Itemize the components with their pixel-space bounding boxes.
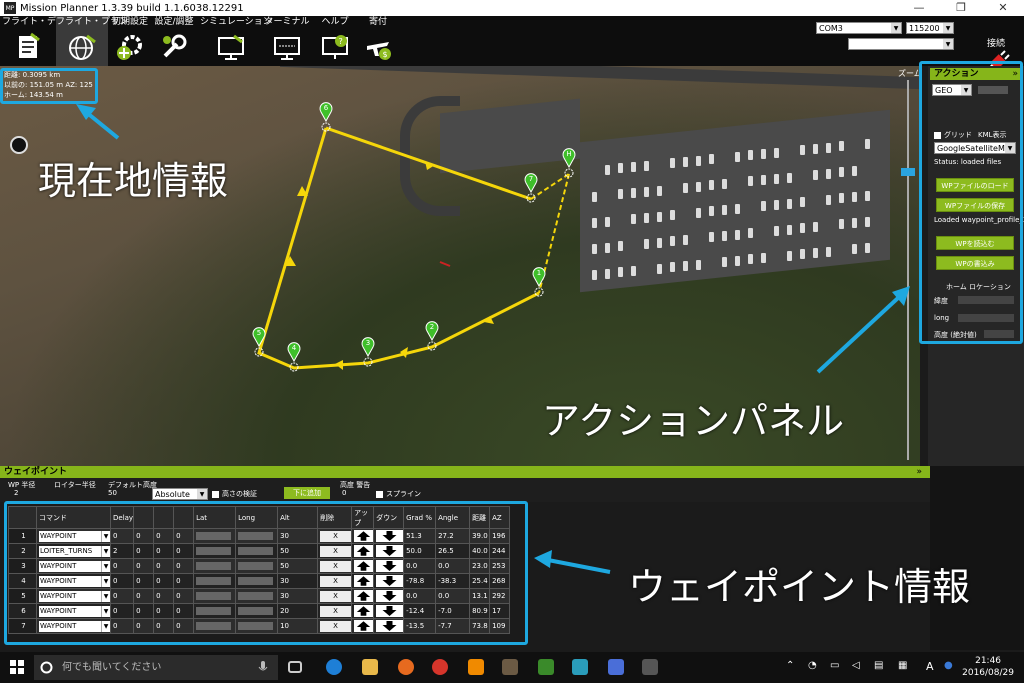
clock-date: 2016/08/29 <box>962 668 1014 678</box>
chrome-icon[interactable] <box>432 659 448 675</box>
app-icon[interactable] <box>572 659 588 675</box>
action-panel-callout: アクションパネル <box>542 399 845 443</box>
lock-app-icon[interactable] <box>608 659 624 675</box>
windows-start-icon[interactable] <box>10 660 24 674</box>
location-info-callout: 現在地情報 <box>38 159 229 203</box>
waypoint-info-callout: ウェイポイント情報 <box>628 565 971 609</box>
firefox-icon[interactable] <box>398 659 414 675</box>
volume-icon[interactable]: ◁ <box>852 660 860 671</box>
search-placeholder: 何でも聞いてください <box>62 662 162 673</box>
callout-arrow <box>547 558 611 574</box>
edge-browser-icon[interactable] <box>326 659 342 675</box>
globe-icon[interactable]: ● <box>944 660 953 671</box>
task-view-icon[interactable] <box>288 661 302 673</box>
cortana-icon <box>40 661 53 674</box>
network-icon[interactable]: ◔ <box>808 660 817 671</box>
windows-taskbar: 何でも聞いてください ⌃ ◔ ▭ ◁ ▤ ▦ A ● 21:46 2016/08… <box>0 652 1024 683</box>
taskbar-search-box[interactable]: 何でも聞いてください <box>34 655 278 680</box>
app-icon[interactable] <box>502 659 518 675</box>
callout-arrow <box>84 110 120 140</box>
callout-arrow-head <box>534 550 552 568</box>
microphone-icon[interactable] <box>258 661 268 675</box>
chevron-up-icon[interactable]: ⌃ <box>786 660 794 671</box>
taskbar-clock[interactable]: 21:46 2016/08/29 <box>962 655 1014 679</box>
callout-arrow <box>816 296 900 374</box>
app-icon[interactable] <box>538 659 554 675</box>
keyboard-icon[interactable]: ▦ <box>898 660 907 671</box>
notification-icon[interactable]: ▤ <box>874 660 883 671</box>
app-root: MP Mission Planner 1.3.39 build 1.1.6038… <box>0 0 1024 683</box>
ime-indicator[interactable]: A <box>926 660 934 673</box>
battery-icon[interactable]: ▭ <box>830 660 839 671</box>
file-explorer-icon[interactable] <box>362 659 378 675</box>
clock-time: 21:46 <box>975 656 1002 666</box>
vlc-icon[interactable] <box>468 659 484 675</box>
mission-planner-taskbar-icon[interactable] <box>642 659 658 675</box>
